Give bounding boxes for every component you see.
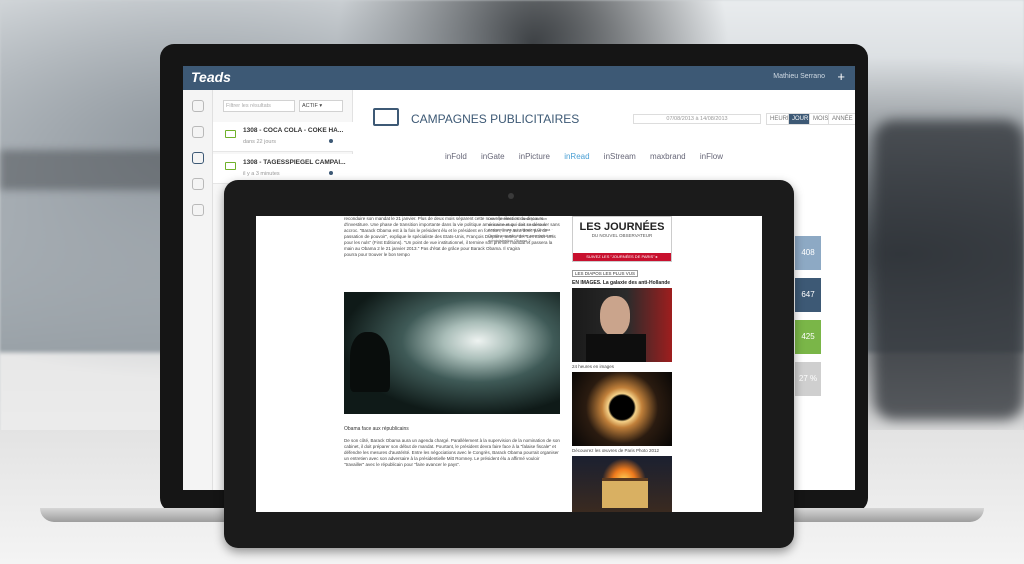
status-dot-icon [329,171,333,175]
article-text: pourra pour trouver le bon tempo [344,252,410,257]
monitor-icon[interactable] [191,152,204,164]
monitor-icon [225,162,236,170]
house-shape [602,478,648,508]
portrait-face [600,296,630,336]
stat-card: 647 [795,278,821,312]
home-icon[interactable] [191,100,204,112]
promo-subtitle: DU NOUVEL OBSERVATEUR [591,233,653,238]
background-chair [874,120,1024,420]
box-icon[interactable] [191,126,204,138]
page-title: CAMPAGNES PUBLICITAIRES [411,112,580,126]
campaign-subtitle: il y a 3 minutes [243,171,280,177]
tab-maxbrand[interactable]: maxbrand [650,152,686,161]
related-links[interactable]: Les 8 priorités d'Obama pour son second … [488,216,560,244]
house-fire-photo[interactable] [572,456,672,512]
period-year-button[interactable]: ANNÉE [828,113,855,125]
tablet-camera [508,193,514,199]
tab-ingate[interactable]: inGate [481,152,505,161]
monitor-icon [225,130,236,138]
user-name[interactable]: Mathieu Serrano [773,73,825,80]
wave-photo [344,292,560,414]
tab-inpicture[interactable]: inPicture [519,152,550,161]
portrait-photo[interactable] [572,288,672,362]
search-input[interactable]: Filtrer les résultats [223,100,295,112]
user-icon[interactable] [191,204,204,216]
format-tabs: inFold inGate inPicture inRead inStream … [445,152,735,161]
tab-inread[interactable]: inRead [564,152,589,161]
article-text: De son côté, Barack Obama aura un agenda… [344,438,560,467]
stat-card: 27 % [795,362,821,396]
photo-caption: 24 heures en images [572,364,615,369]
promo-banner[interactable]: LES JOURNÉES DU NOUVEL OBSERVATEUR SUIVE… [572,216,672,262]
dollar-icon[interactable] [191,178,204,190]
article-column: reconduire son mandat le 21 janvier. Plu… [344,216,560,512]
date-range-picker[interactable]: 07/08/2013 à 14/08/2013 [633,114,761,124]
tablet-screen: reconduire son mandat le 21 janvier. Plu… [256,216,762,512]
status-dot-icon [329,139,333,143]
photo-caption: Obama face aux républicains [344,426,409,432]
surfer-silhouette [350,332,390,392]
right-column: LES JOURNÉES DU NOUVEL OBSERVATEUR SUIVE… [572,216,672,512]
campaign-subtitle: dans 22 jours [243,139,277,145]
tab-infold[interactable]: inFold [445,152,467,161]
diapos-tag[interactable]: LES DIAPOS LES PLUS VUS [572,270,639,277]
tab-instream[interactable]: inStream [604,152,636,161]
diapo-headline[interactable]: EN IMAGES. La galaxie des anti-Hollande [572,280,670,286]
portrait-shirt [586,334,646,362]
promo-title: LES JOURNÉES [579,221,665,233]
photo-caption: Découvrez les œuvres de Paris Photo 2012 [572,448,660,453]
tab-inflow[interactable]: inFlow [700,152,723,161]
stat-card: 408 [795,236,821,270]
promo-cta[interactable]: SUIVEZ LES "JOURNÉES DE PARIS" ▸ [573,253,671,261]
icon-rail [183,90,213,490]
monitor-icon [373,108,399,126]
add-icon[interactable]: + [837,69,845,84]
stat-card: 425 [795,320,821,354]
campaign-title: 1308 - COCA COLA - COKE HA... [243,127,344,134]
campaign-title: 1308 - TAGESSPIEGEL CAMPAI... [243,159,346,166]
top-navigation-bar: Teads Mathieu Serrano + [183,66,855,90]
list-item[interactable]: 1308 - COCA COLA - COKE HA... dans 22 jo… [213,122,353,152]
eclipse-photo[interactable] [572,372,672,446]
teads-logo[interactable]: Teads [191,69,231,85]
status-select[interactable]: ACTIF ▾ [299,100,343,112]
